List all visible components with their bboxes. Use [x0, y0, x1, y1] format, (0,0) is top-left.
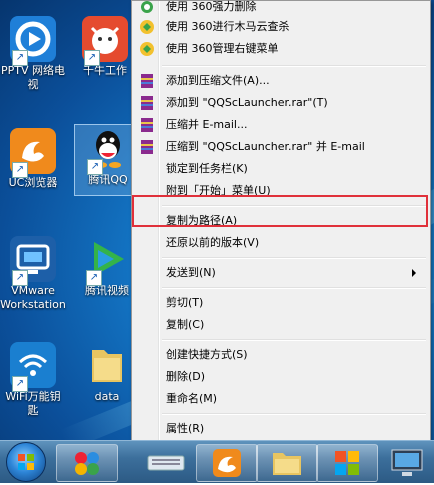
- winrar-icon: [139, 73, 155, 89]
- menu-item-360-manage-menu[interactable]: 使用 360管理右键菜单: [134, 38, 426, 60]
- shortcut-arrow-icon: ↗: [84, 50, 100, 66]
- shortcut-arrow-icon: ↗: [86, 270, 102, 286]
- desktop-icon-label: PPTV 网络电视: [0, 64, 65, 91]
- menu-item-rename[interactable]: 重命名(M): [134, 388, 426, 410]
- taskbar-app-monitor[interactable]: [380, 444, 434, 480]
- menu-item-delete[interactable]: 删除(D): [134, 366, 426, 388]
- shortcut-arrow-icon: ↗: [12, 50, 28, 66]
- desktop-icon-qianniu[interactable]: ↗ 千牛工作: [72, 16, 138, 78]
- menu-item-cut[interactable]: 剪切(T): [134, 292, 426, 314]
- menu-item-compress-rar-email[interactable]: 压缩到 "QQScLauncher.rar" 并 E-mail: [134, 136, 426, 158]
- taskbar-app-explorer[interactable]: [256, 444, 318, 482]
- menu-separator: [162, 287, 426, 289]
- desktop-icon-label: 千牛工作: [83, 64, 127, 77]
- folder-icon: [273, 453, 301, 475]
- winrar-icon: [139, 139, 155, 155]
- menu-item-copy[interactable]: 复制(C): [134, 314, 426, 336]
- desktop-icon-vmware[interactable]: ↗ VMware Workstation: [0, 236, 66, 312]
- start-button[interactable]: [6, 442, 46, 482]
- shortcut-arrow-icon: ↗: [87, 159, 103, 175]
- desktop-icon-pptv[interactable]: ↗ PPTV 网络电视: [0, 16, 66, 92]
- pptv-icon: ↗: [10, 16, 56, 66]
- taskbar-app-windows[interactable]: [316, 444, 378, 482]
- tencent-video-icon: ↗: [84, 236, 130, 286]
- 360-icon: [139, 41, 155, 57]
- keyboard-icon: [147, 455, 185, 471]
- highlight-box: [132, 195, 428, 227]
- pinwheel-icon: [75, 452, 99, 475]
- wifi-icon: ↗: [10, 342, 56, 392]
- qq-icon: ↗: [85, 125, 131, 175]
- menu-item-properties[interactable]: 属性(R): [134, 418, 426, 440]
- taskbar: [0, 440, 434, 483]
- menu-item-add-to-rar[interactable]: 添加到 "QQScLauncher.rar"(T): [134, 92, 426, 114]
- shortcut-arrow-icon: ↗: [12, 162, 28, 178]
- app-tiles-icon: [335, 451, 359, 475]
- 360-icon: [139, 19, 155, 35]
- menu-separator: [162, 413, 426, 415]
- menu-separator: [162, 65, 426, 67]
- shortcut-arrow-icon: ↗: [12, 376, 28, 392]
- menu-separator: [162, 339, 426, 341]
- winrar-icon: [139, 95, 155, 111]
- menu-item-360-trojan-scan[interactable]: 使用 360进行木马云查杀: [134, 16, 426, 38]
- 360-icon: [139, 0, 155, 15]
- menu-separator: [162, 257, 426, 259]
- menu-item-pin-taskbar[interactable]: 锁定到任务栏(K): [134, 158, 426, 180]
- desktop-icon-wifi[interactable]: ↗ WiFi万能钥匙: [0, 342, 66, 418]
- desktop-icon-label: UC浏览器: [8, 176, 58, 189]
- taskbar-app-uc-browser[interactable]: [196, 444, 258, 482]
- desktop-icon-uc-browser[interactable]: ↗ UC浏览器: [0, 128, 66, 190]
- menu-item-create-shortcut[interactable]: 创建快捷方式(S): [134, 344, 426, 366]
- monitor-icon: [391, 449, 423, 476]
- taskbar-app-picasa[interactable]: [56, 444, 118, 482]
- shortcut-arrow-icon: ↗: [12, 270, 28, 286]
- qianniu-icon: ↗: [82, 16, 128, 66]
- windows-logo-icon: [18, 454, 34, 470]
- vmware-icon: ↗: [10, 236, 56, 286]
- uc-browser-icon: ↗: [10, 128, 56, 178]
- winrar-icon: [139, 117, 155, 133]
- menu-item-send-to[interactable]: 发送到(N): [134, 262, 426, 284]
- menu-item-compress-email[interactable]: 压缩并 E-mail...: [134, 114, 426, 136]
- taskbar-app-keyboard[interactable]: [136, 444, 196, 480]
- uc-browser-icon: [213, 449, 241, 477]
- desktop-icon-label: VMware Workstation: [0, 284, 66, 311]
- menu-item-add-to-archive[interactable]: 添加到压缩文件(A)...: [134, 70, 426, 92]
- folder-icon: [84, 342, 130, 388]
- submenu-arrow-icon: [412, 269, 416, 277]
- desktop-icon-label: WiFi万能钥匙: [5, 390, 61, 417]
- menu-item-restore-versions[interactable]: 还原以前的版本(V): [134, 232, 426, 254]
